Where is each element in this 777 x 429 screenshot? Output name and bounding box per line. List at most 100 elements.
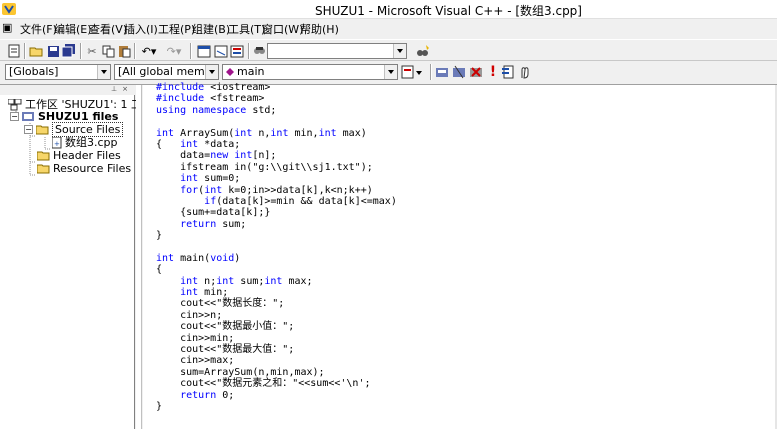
code-line[interactable]: return sum; [156,219,397,230]
open-folder-icon [36,125,49,135]
code-line[interactable] [156,116,397,127]
tree-resource-folder[interactable]: Resource Files [37,162,131,175]
code-editor[interactable]: #include <iostream> #include <fstream> usi… [143,82,777,429]
code-line[interactable]: cin>>max; [156,355,397,366]
code-line[interactable]: {sum+=data[k];} [156,207,397,218]
code-line[interactable]: cout<<"数据长度："; [156,298,397,309]
code-line[interactable]: int n;int sum;int max; [156,276,397,287]
code-line[interactable]: cout<<"数据元素之和："<<sum<<'\n'; [156,378,397,389]
folder-icon [37,151,50,161]
code-line[interactable]: sum=ArraySum(n,min,max); [156,367,397,378]
execute-icon[interactable]: ! [485,64,501,80]
code-line[interactable]: { [156,264,397,275]
code-line[interactable]: int ArraySum(int n,int min,int max) [156,128,397,139]
tree-source-folder[interactable]: − Source Files [24,122,124,137]
code-line[interactable]: cout<<"数据最小值："; [156,321,397,332]
tree-source-file-label: 数组3.cpp [65,136,118,149]
new-file-icon[interactable] [6,43,22,59]
workspace-icon [8,98,22,110]
menu-bar: ▣ 文件(F) 编辑(E) 查看(V) 插入(I) 工程(P) 组建(B) 工具… [0,19,777,39]
code-line[interactable]: int main(void) [156,253,397,264]
code-line[interactable]: #include <fstream> [156,93,397,104]
tree-resource-folder-label: Resource Files [53,162,132,175]
menu-window[interactable]: 窗口(W) [262,21,303,37]
code-line[interactable]: cout<<"数据最大值："; [156,344,397,355]
mdi-icon[interactable]: ▣ [2,21,12,34]
workspace-panel: ⊥ × 工作区 'SHUZU1': 1 工 − SHUZU1 files − S… [0,85,142,429]
menu-view[interactable]: 查看(V) [89,21,127,37]
editor-gutter [136,85,142,429]
code-line[interactable]: } [156,230,397,241]
code-line[interactable]: cin>>n; [156,310,397,321]
wizard-action-icon[interactable] [400,64,424,80]
go-icon[interactable] [517,64,533,80]
member-combo-value: main [237,65,265,78]
code-line[interactable] [156,241,397,252]
dock-icon[interactable]: ⊥ [110,86,118,93]
code-line[interactable]: cin>>min; [156,333,397,344]
menu-help[interactable]: 帮助(H) [300,21,339,37]
code-line[interactable]: { int *data; [156,139,397,150]
find-in-files-icon[interactable] [251,43,267,59]
member-combo[interactable]: main [222,64,398,80]
undo-icon[interactable]: ↶▾ [138,43,160,59]
toolbar-separator [134,43,136,59]
filter-combo-dropdown-icon[interactable] [205,65,218,79]
code-line[interactable]: ifstream in("g:\\git\\sj1.txt"); [156,162,397,173]
window-title: SHUZU1 - Microsoft Visual C++ - [数组3.cpp… [315,4,582,18]
find-icon[interactable] [414,43,430,59]
close-icon[interactable]: × [121,86,129,93]
stop-build-icon[interactable] [468,64,484,80]
workspace-icon[interactable] [196,43,212,59]
code-text[interactable]: #include <iostream> #include <fstream> usi… [156,82,397,412]
svg-text:+: + [54,140,60,148]
class-combo[interactable]: [Globals] [5,64,111,80]
function-icon [226,68,234,76]
collapse-icon[interactable]: − [24,125,33,134]
cpp-file-icon: + [52,136,62,148]
filter-combo[interactable]: [All global members [114,64,219,80]
compile-icon[interactable] [434,64,450,80]
code-line[interactable]: int min; [156,287,397,298]
save-icon[interactable] [45,43,61,59]
copy-icon[interactable] [100,43,116,59]
tree-header-folder[interactable]: Header Files [37,149,121,162]
code-line[interactable]: data=new int[n]; [156,150,397,161]
project-icon [22,112,34,121]
menu-project[interactable]: 工程(P) [158,21,195,37]
title-bar: SHUZU1 - Microsoft Visual C++ - [数组3.cpp… [0,0,777,19]
menu-insert[interactable]: 插入(I) [124,21,158,37]
find-combo[interactable] [267,43,407,59]
toolbar-separator [430,64,432,80]
build-icon[interactable] [451,64,467,80]
tree-source-file[interactable]: + 数组3.cpp [52,136,118,149]
insert-breakpoint-icon[interactable] [500,64,516,80]
output-icon[interactable] [213,43,229,59]
code-line[interactable]: int sum=0; [156,173,397,184]
code-line[interactable]: } [156,401,397,412]
open-icon[interactable] [28,43,44,59]
cut-icon[interactable]: ✂ [84,43,100,59]
menu-tools[interactable]: 工具(T) [228,21,265,37]
menu-build[interactable]: 组建(B) [192,21,230,37]
class-combo-value: [Globals] [9,65,59,78]
code-line[interactable]: if(data[k]>=min && data[k]<=max) [156,196,397,207]
code-line[interactable]: #include <iostream> [156,82,397,93]
redo-icon[interactable]: ↷▾ [163,43,185,59]
window-list-icon[interactable] [229,43,245,59]
save-all-icon[interactable] [61,43,77,59]
class-combo-dropdown-icon[interactable] [97,65,110,79]
menu-file[interactable]: 文件(F) [20,21,57,37]
code-line[interactable]: return 0; [156,390,397,401]
find-combo-dropdown-icon[interactable] [393,44,406,58]
code-line[interactable]: for(int k=0;in>>data[k],k<n;k++) [156,185,397,196]
folder-icon [37,164,50,174]
toolbar-separator [248,43,250,59]
menu-edit[interactable]: 编辑(E) [54,21,92,37]
tree-header-folder-label: Header Files [53,149,121,162]
paste-icon[interactable] [116,43,132,59]
member-combo-dropdown-icon[interactable] [384,65,397,79]
toolbar-separator [190,43,192,59]
code-line[interactable]: using namespace std; [156,105,397,116]
collapse-icon[interactable]: − [10,112,19,121]
